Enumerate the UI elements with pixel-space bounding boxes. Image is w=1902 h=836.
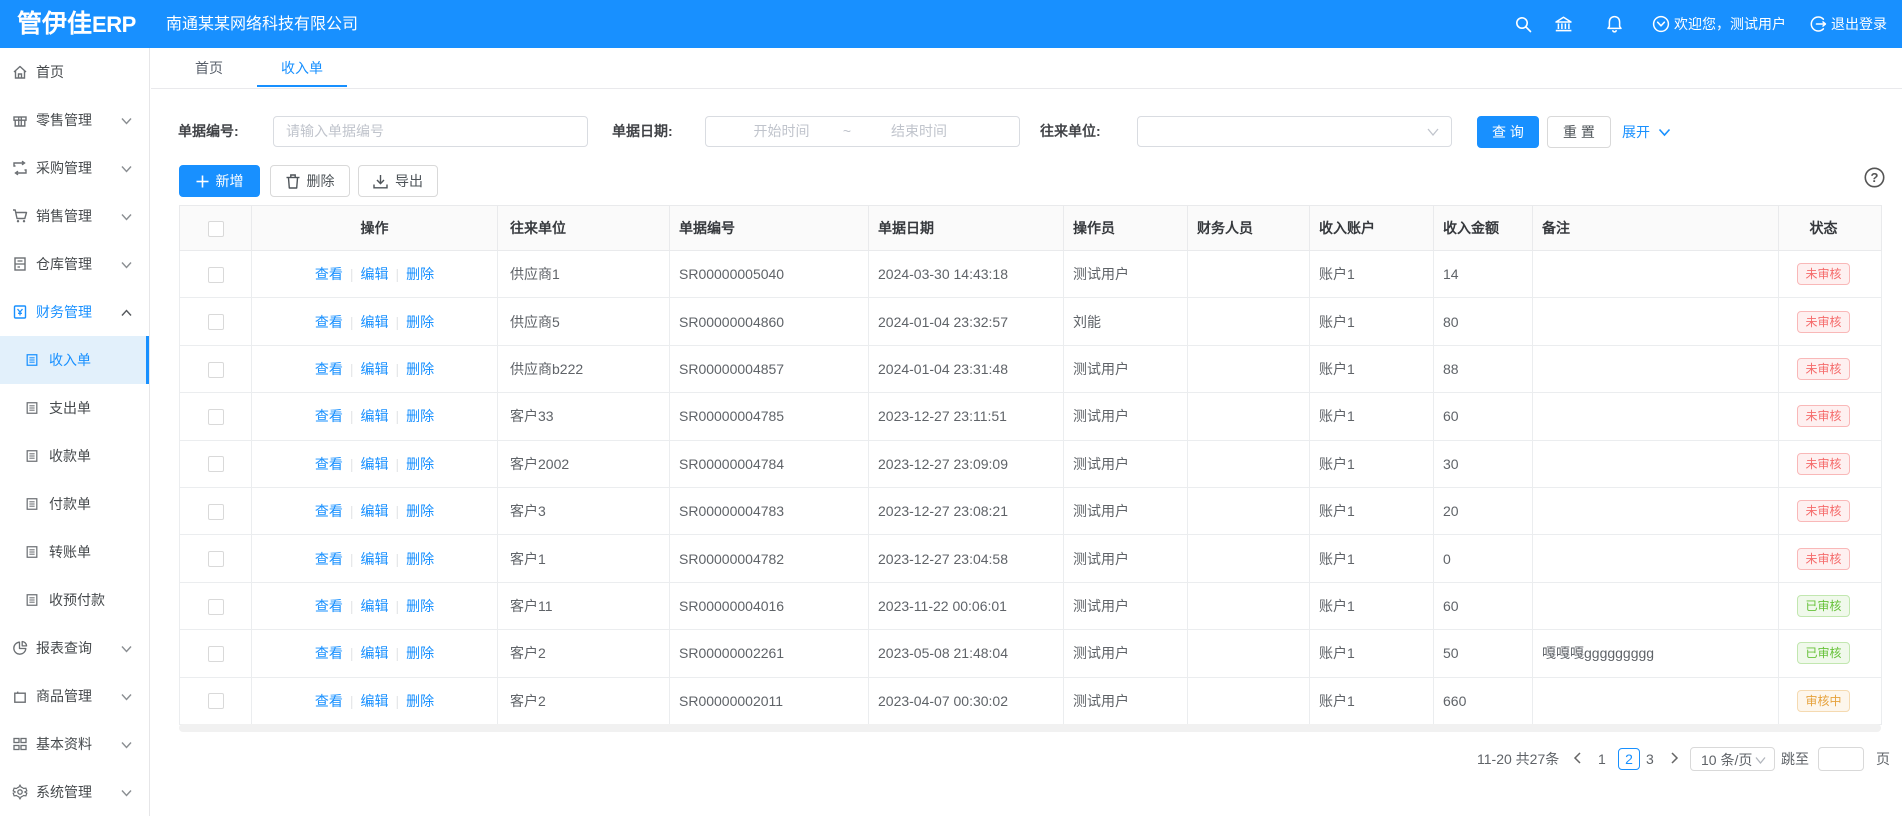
svg-text:?: ? <box>1871 170 1879 185</box>
